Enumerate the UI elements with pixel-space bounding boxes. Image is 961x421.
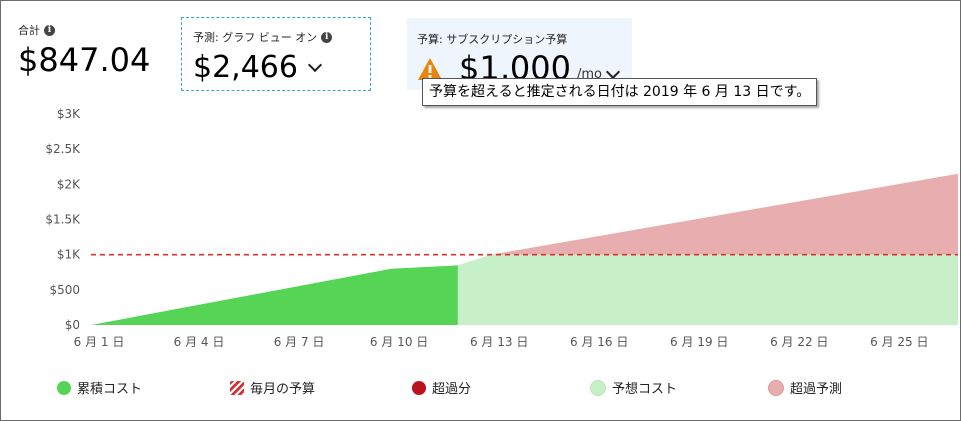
chart-legend: 累積コスト 毎月の予算 超過分 予想コスト 超過予測 — [0, 378, 961, 402]
cost-chart: $0 $500 $1K $1.5K $2K $2.5K $3K 6 月 1 日 6 月 4 日… — [45, 107, 958, 349]
legend-label: 超過分 — [432, 382, 472, 397]
x-tick-label: 6 月 25 日 — [870, 335, 928, 349]
x-axis: 6 月 1 日 6 月 4 日 6 月 7 日 6 月 10 日 6 月 13 日 6 月… — [74, 335, 929, 349]
x-tick-label: 6 月 4 日 — [174, 335, 225, 349]
overage-forecast-area — [491, 173, 958, 255]
chart-areas — [91, 173, 958, 325]
legend-label: 累積コスト — [77, 382, 143, 397]
legend-swatch — [768, 379, 784, 396]
legend-item[interactable]: 毎月の予算 — [230, 378, 315, 397]
legend-item[interactable]: 累積コスト — [57, 378, 142, 397]
y-tick-label: $1K — [57, 248, 81, 262]
y-tick-label: $0 — [65, 318, 80, 332]
y-tick-label: $2K — [57, 177, 81, 191]
legend-swatch — [590, 379, 606, 396]
x-tick-label: 6 月 13 日 — [470, 335, 528, 349]
y-tick-label: $2.5K — [45, 142, 81, 156]
y-tick-label: $3K — [57, 107, 81, 121]
x-tick-label: 6 月 22 日 — [770, 335, 828, 349]
overage-date-tooltip: 予算を超えると推定される日付は 2019 年 6 月 13 日です。 — [422, 78, 818, 106]
accumulated-cost-area — [91, 265, 458, 325]
x-tick-label: 6 月 16 日 — [570, 335, 628, 349]
forecast-cost-area — [457, 254, 958, 325]
legend-label: 超過予測 — [790, 382, 843, 397]
legend-item[interactable]: 予想コスト — [590, 378, 677, 397]
legend-label: 予想コスト — [612, 382, 678, 397]
x-tick-label: 6 月 10 日 — [370, 335, 428, 349]
x-tick-label: 6 月 19 日 — [670, 335, 728, 349]
legend-item[interactable]: 超過予測 — [768, 378, 842, 397]
y-axis: $0 $500 $1K $1.5K $2K $2.5K $3K — [45, 107, 81, 332]
legend-item[interactable]: 超過分 — [412, 378, 471, 397]
y-tick-label: $500 — [49, 283, 80, 297]
legend-swatch — [57, 380, 71, 395]
x-tick-label: 6 月 1 日 — [74, 335, 125, 349]
legend-swatch — [412, 380, 426, 395]
x-tick-label: 6 月 7 日 — [274, 335, 325, 349]
y-tick-label: $1.5K — [45, 213, 81, 227]
legend-swatch — [230, 380, 244, 395]
legend-label: 毎月の予算 — [250, 382, 316, 397]
